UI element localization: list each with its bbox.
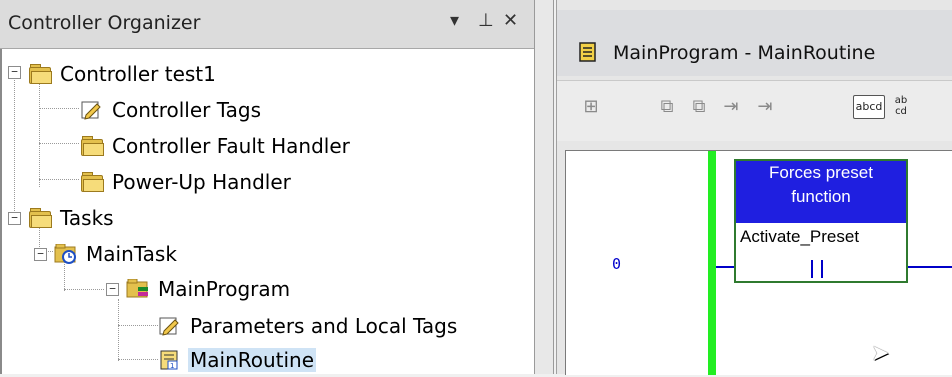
tree-item-controller-fault-handler[interactable]: Controller Fault Handler: [80, 129, 352, 163]
tree-item-power-up-handler[interactable]: Power-Up Handler: [80, 165, 293, 199]
ladder-canvas[interactable]: 0 Forces preset function Activate_Preset…: [565, 150, 952, 375]
description-line-1: Forces preset: [769, 163, 873, 182]
editor-title: MainProgram - MainRoutine: [613, 42, 876, 64]
tags-icon: [158, 316, 182, 336]
append-instruction-icon[interactable]: ⇥: [753, 95, 777, 119]
tree-item-controller[interactable]: Controller test1: [28, 57, 218, 91]
abcd-text-button[interactable]: abcd: [853, 95, 885, 119]
instruction-operand[interactable]: Activate_Preset: [740, 227, 859, 247]
folder-icon: [28, 64, 52, 84]
ladder-toolbar: ⊞ ⧉ ⧉ ⇥ ⇥ abcd ab cd: [557, 80, 952, 141]
folder-icon: [80, 172, 104, 192]
pane-splitter[interactable]: [534, 0, 554, 374]
tree-item-label: Tasks: [60, 206, 114, 230]
mouse-pointer-icon: ➤: [871, 341, 890, 366]
folder-icon: [28, 208, 52, 228]
tree-item-label: MainProgram: [158, 277, 291, 301]
editor-title-bar: MainProgram - MainRoutine: [557, 10, 952, 76]
tree-item-tasks[interactable]: Tasks: [28, 201, 116, 235]
tree-item-label: Controller test1: [60, 62, 216, 86]
organizer-title: Controller Organizer: [8, 12, 201, 34]
tree-item-controller-tags[interactable]: Controller Tags: [80, 93, 263, 127]
rung-number: 0: [612, 255, 622, 273]
description-line-2: function: [791, 187, 851, 206]
pin-icon[interactable]: ⊥: [478, 10, 494, 31]
add-rung-icon[interactable]: ⊞: [579, 95, 603, 119]
instruction-description: Forces preset function: [736, 161, 906, 223]
routine-document-icon: [579, 42, 597, 66]
ab-cd-text-button[interactable]: ab cd: [893, 95, 909, 119]
tree-item-label: Parameters and Local Tags: [190, 314, 458, 338]
power-rail: [708, 151, 716, 375]
add-branch-icon[interactable]: ⧉: [655, 95, 679, 119]
collapse-mainprogram-toggle[interactable]: −: [106, 283, 119, 296]
tree-item-maintask[interactable]: MainTask: [54, 237, 179, 271]
tree-item-label: Controller Tags: [112, 98, 262, 122]
program-icon: [126, 278, 150, 299]
folder-icon: [80, 136, 104, 156]
organizer-tree: − Controller test1 Controller Tags Contr…: [0, 49, 530, 374]
xic-instruction[interactable]: Forces preset function Activate_Preset: [734, 159, 908, 283]
tags-icon: [80, 100, 104, 120]
collapse-tasks-toggle[interactable]: −: [8, 212, 21, 225]
tree-item-label: MainTask: [86, 242, 177, 266]
insert-instruction-icon[interactable]: ⇥: [719, 95, 743, 119]
tree-item-label: Power-Up Handler: [112, 170, 291, 194]
collapse-controller-toggle[interactable]: −: [8, 66, 21, 79]
organizer-title-bar: Controller Organizer ▾ ⊥ ✕: [0, 0, 534, 49]
add-branch-level-icon[interactable]: ⧉: [687, 95, 711, 119]
tree-item-mainroutine[interactable]: 1 MainRoutine: [158, 343, 317, 377]
svg-text:1: 1: [170, 362, 174, 370]
tree-item-label: Controller Fault Handler: [112, 134, 350, 158]
task-icon: [54, 243, 78, 264]
dropdown-menu-icon[interactable]: ▾: [450, 10, 459, 31]
tree-item-parameters-local-tags[interactable]: Parameters and Local Tags: [158, 309, 459, 343]
tree-item-label: MainRoutine: [188, 348, 317, 372]
routine-icon: 1: [158, 350, 182, 370]
close-icon[interactable]: ✕: [503, 10, 518, 31]
tree-item-mainprogram[interactable]: MainProgram: [126, 272, 292, 306]
collapse-maintask-toggle[interactable]: −: [34, 248, 47, 261]
contact-icon: [804, 260, 830, 278]
controller-organizer-pane: Controller Organizer ▾ ⊥ ✕ − Controller …: [0, 0, 534, 374]
routine-editor-pane: MainProgram - MainRoutine ⊞ ⧉ ⧉ ⇥ ⇥ abcd…: [556, 0, 952, 375]
